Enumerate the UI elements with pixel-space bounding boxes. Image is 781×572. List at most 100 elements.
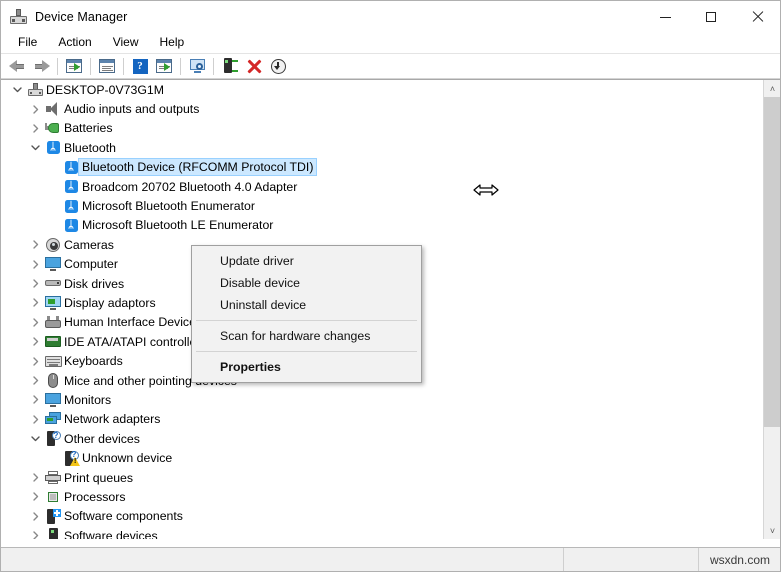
menu-bar: File Action View Help <box>1 32 780 54</box>
disk-icon <box>43 278 63 290</box>
tree-row[interactable]: ᛦ Bluetooth <box>1 138 763 157</box>
properties-icon <box>99 59 115 73</box>
bluetooth-icon: ᛦ <box>61 199 81 213</box>
window-controls <box>642 1 780 32</box>
software-device-icon <box>43 528 63 539</box>
tree-row[interactable]: Network adapters <box>1 410 763 429</box>
update-driver-icon <box>223 58 238 74</box>
chevron-right-icon[interactable] <box>27 317 43 328</box>
context-menu[interactable]: Update driver Disable device Uninstall dev… <box>191 245 422 383</box>
context-menu-item[interactable]: Properties <box>192 356 421 378</box>
properties-button[interactable] <box>95 55 119 78</box>
tree-row[interactable]: Processors <box>1 487 763 506</box>
forward-button[interactable] <box>29 55 53 78</box>
chevron-right-icon[interactable] <box>27 472 43 483</box>
camera-icon <box>43 237 63 252</box>
tree-row[interactable]: Software components <box>1 507 763 526</box>
tree-row[interactable]: ᛦ Broadcom 20702 Bluetooth 4.0 Adapter <box>1 177 763 196</box>
chevron-right-icon[interactable] <box>27 491 43 502</box>
tree-row[interactable]: ? Other devices <box>1 429 763 448</box>
tree-row-label: Monitors <box>64 392 112 407</box>
monitor-icon <box>43 392 63 407</box>
chevron-right-icon[interactable] <box>27 123 43 134</box>
disable-device-icon <box>270 58 286 74</box>
tree-row-label: Other devices <box>64 431 140 446</box>
back-button[interactable] <box>5 55 29 78</box>
tree-row[interactable]: ?! Unknown device <box>1 448 763 467</box>
tree-row[interactable]: Monitors <box>1 390 763 409</box>
toolbar-separator <box>57 57 58 75</box>
tree-root-row[interactable]: DESKTOP-0V73G1M <box>1 80 763 99</box>
toolbar-separator <box>180 57 181 75</box>
tree-row-label: Microsoft Bluetooth LE Enumerator <box>82 218 274 233</box>
minimize-button[interactable] <box>642 1 688 32</box>
help-button[interactable]: ? <box>128 55 152 78</box>
show-hide-console-tree-button[interactable] <box>62 55 86 78</box>
bluetooth-icon: ᛦ <box>61 160 81 174</box>
menu-action[interactable]: Action <box>48 33 101 52</box>
bluetooth-icon: ᛦ <box>61 218 81 232</box>
tree-row[interactable]: ᛦ Microsoft Bluetooth LE Enumerator <box>1 216 763 235</box>
tree-row-label: Human Interface Devices <box>64 315 203 330</box>
mouse-icon <box>43 373 63 389</box>
update-view-button[interactable] <box>152 55 176 78</box>
chevron-right-icon[interactable] <box>27 297 43 308</box>
maximize-button[interactable] <box>688 1 734 32</box>
chevron-down-icon[interactable] <box>9 84 25 95</box>
chevron-right-icon[interactable] <box>27 336 43 347</box>
chevron-right-icon[interactable] <box>27 394 43 405</box>
context-menu-item[interactable]: Update driver <box>192 250 421 272</box>
chevron-right-icon[interactable] <box>27 414 43 425</box>
menu-file[interactable]: File <box>8 33 47 52</box>
status-pane-main <box>1 547 564 571</box>
tree-row[interactable]: Software devices <box>1 526 763 539</box>
tree-row[interactable]: ᛦ Bluetooth Device (RFCOMM Protocol TDI) <box>1 158 763 177</box>
disable-device-button[interactable] <box>266 55 290 78</box>
scan-hardware-button[interactable] <box>185 55 209 78</box>
menu-view[interactable]: View <box>103 33 149 52</box>
chevron-down-icon[interactable] <box>27 142 43 153</box>
close-button[interactable] <box>734 1 780 32</box>
uninstall-device-button[interactable] <box>242 55 266 78</box>
chevron-down-icon[interactable] <box>27 433 43 444</box>
tree-row-label: IDE ATA/ATAPI controllers <box>64 334 207 349</box>
scan-monitor-icon <box>189 59 206 73</box>
chevron-right-icon[interactable] <box>27 511 43 522</box>
chevron-right-icon[interactable] <box>27 375 43 386</box>
forward-arrow-icon <box>33 59 50 73</box>
scrollbar-thumb[interactable] <box>764 97 780 427</box>
context-menu-item[interactable]: Uninstall device <box>192 294 421 316</box>
content-area: DESKTOP-0V73G1M Audio inputs and outputs B… <box>1 79 780 540</box>
tree-row[interactable]: Print queues <box>1 468 763 487</box>
tree-row[interactable]: Audio inputs and outputs <box>1 99 763 118</box>
vertical-scrollbar[interactable]: ˄ ˅ <box>763 80 780 539</box>
update-driver-button[interactable] <box>218 55 242 78</box>
status-bar: wsxdn.com <box>1 547 780 571</box>
chevron-right-icon[interactable] <box>27 278 43 289</box>
scroll-up-button[interactable]: ˄ <box>764 80 780 97</box>
tree-row-label: Microsoft Bluetooth Enumerator <box>82 199 255 214</box>
tree-row-label: Bluetooth <box>64 140 116 155</box>
minimize-icon <box>659 17 671 18</box>
chevron-right-icon[interactable] <box>27 259 43 270</box>
tree-row[interactable]: ᛦ Microsoft Bluetooth Enumerator <box>1 196 763 215</box>
toolbar: ? <box>1 54 780 79</box>
watermark-text: wsxdn.com <box>709 552 770 567</box>
menu-help[interactable]: Help <box>150 33 195 52</box>
tree-row-label: Broadcom 20702 Bluetooth 4.0 Adapter <box>82 179 298 194</box>
chevron-right-icon[interactable] <box>27 104 43 115</box>
chevron-right-icon[interactable] <box>27 239 43 250</box>
bluetooth-icon: ᛦ <box>43 141 63 155</box>
chevron-right-icon[interactable] <box>27 356 43 367</box>
uninstall-device-icon <box>247 59 262 74</box>
context-menu-item[interactable]: Scan for hardware changes <box>192 325 421 347</box>
context-menu-item[interactable]: Disable device <box>192 272 421 294</box>
tree-row-label: Keyboards <box>64 354 123 369</box>
toolbar-separator <box>213 57 214 75</box>
device-manager-icon <box>10 8 27 25</box>
scroll-down-button[interactable]: ˅ <box>764 522 780 539</box>
tree-row[interactable]: Batteries <box>1 119 763 138</box>
chevron-right-icon[interactable] <box>27 530 43 539</box>
display-adapter-icon <box>43 295 63 310</box>
tree-row-label: Disk drives <box>64 276 125 291</box>
